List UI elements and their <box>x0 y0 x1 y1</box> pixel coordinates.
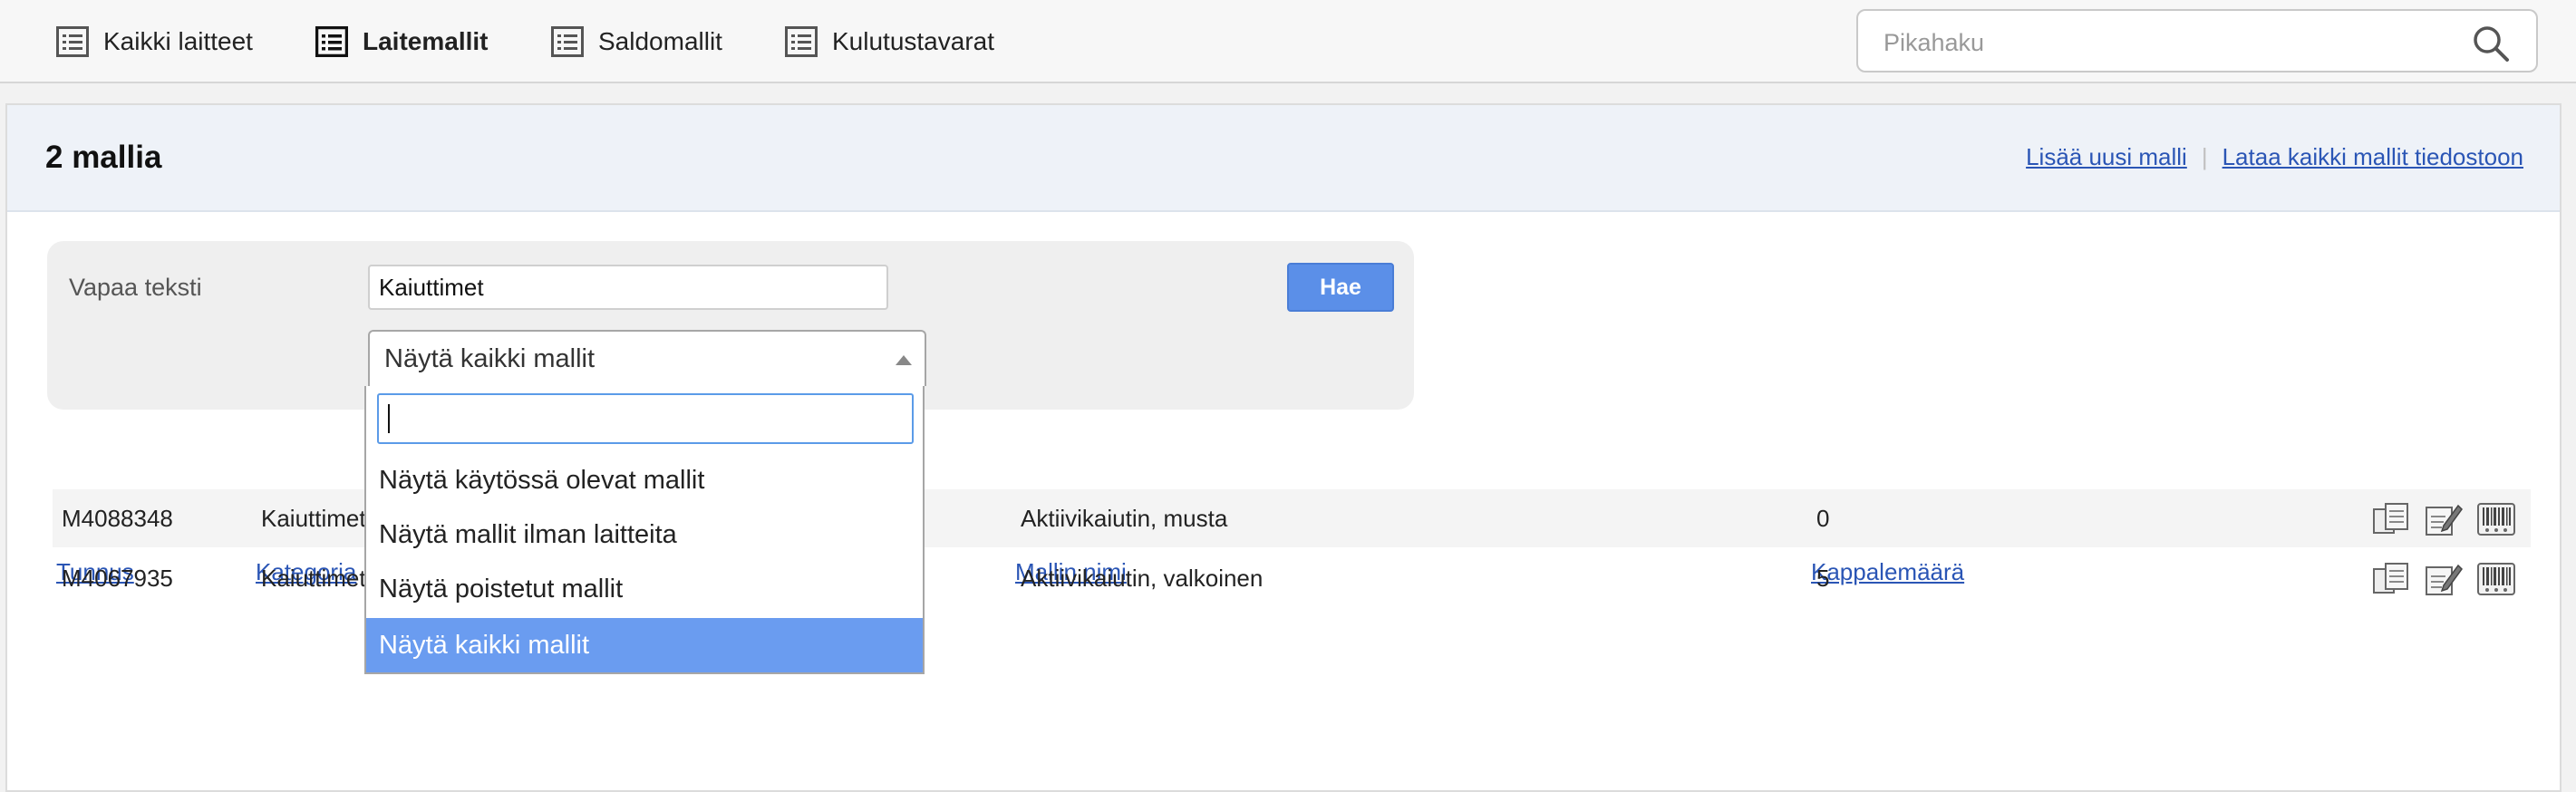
cell-kategoria: Kaiuttimet <box>261 565 366 592</box>
list-icon <box>551 26 584 57</box>
barcode-icon[interactable] <box>2476 500 2516 538</box>
dropdown-search-input[interactable] <box>377 393 914 444</box>
cell-tunnus: M4067935 <box>62 565 173 592</box>
dropdown-option[interactable]: Näytä käytössä olevat mallit <box>366 453 923 507</box>
top-navigation: Kaikki laitteet Laitemallit Saldomallit … <box>0 0 2576 83</box>
nav-item-kulutustavarat[interactable]: Kulutustavarat <box>785 22 994 62</box>
nav-item-label: Kulutustavarat <box>832 27 994 55</box>
quick-search <box>1856 9 2538 72</box>
select-value: Näytä kaikki mallit <box>384 344 596 373</box>
page-title: 2 mallia <box>45 140 162 175</box>
copy-icon[interactable] <box>2371 500 2411 538</box>
quick-search-input[interactable] <box>1882 22 2447 63</box>
edit-icon[interactable] <box>2424 560 2464 598</box>
nav-item-label: Saldomallit <box>598 27 722 55</box>
chevron-up-icon <box>896 355 912 365</box>
cell-kappalemaara: 0 <box>1816 505 1830 532</box>
list-icon <box>315 26 348 57</box>
nav-item-label: Kaikki laitteet <box>103 27 253 55</box>
nav-item-kaikki-laitteet[interactable]: Kaikki laitteet <box>56 22 253 62</box>
cell-mallin-nimi: Aktiivikaiutin, musta <box>1021 505 1228 532</box>
list-icon <box>785 26 818 57</box>
model-filter-select[interactable]: Näytä kaikki mallit <box>368 330 926 386</box>
copy-icon[interactable] <box>2371 560 2411 598</box>
link-separator: | <box>2201 143 2208 170</box>
barcode-icon[interactable] <box>2476 560 2516 598</box>
cell-tunnus: M4088348 <box>62 505 173 532</box>
dropdown-option[interactable]: Näytä poistetut mallit <box>366 562 923 616</box>
filter-box: Vapaa teksti Kaiuttimet Hae Näytä kaikki… <box>47 241 1414 410</box>
nav-item-saldomallit[interactable]: Saldomallit <box>551 22 722 62</box>
header-links: Lisää uusi malli | Lataa kaikki mallit t… <box>2026 143 2523 171</box>
search-button[interactable]: Hae <box>1287 263 1394 312</box>
edit-icon[interactable] <box>2424 500 2464 538</box>
cell-kategoria: Kaiuttimet <box>261 505 366 532</box>
add-new-model-link[interactable]: Lisää uusi malli <box>2026 143 2187 171</box>
free-text-input[interactable]: Kaiuttimet <box>368 265 888 310</box>
dropdown-option[interactable]: Näytä mallit ilman laitteita <box>366 507 923 562</box>
nav-item-label: Laitemallit <box>363 27 489 55</box>
dropdown-option-selected[interactable]: Näytä kaikki mallit <box>366 618 923 672</box>
panel-header: 2 mallia Lisää uusi malli | Lataa kaikki… <box>7 105 2560 212</box>
download-all-models-link[interactable]: Lataa kaikki mallit tiedostoon <box>2223 143 2523 171</box>
search-icon[interactable] <box>2471 24 2511 63</box>
model-filter-dropdown: Näytä käytössä olevat mallit Näytä malli… <box>364 386 925 674</box>
list-icon <box>56 26 89 57</box>
text-cursor <box>388 404 390 433</box>
cell-mallin-nimi: Aktiivikaiutin, valkoinen <box>1021 565 1264 592</box>
cell-kappalemaara: 5 <box>1816 565 1830 592</box>
nav-item-laitemallit[interactable]: Laitemallit <box>315 22 488 62</box>
free-text-label: Vapaa teksti <box>69 274 202 301</box>
